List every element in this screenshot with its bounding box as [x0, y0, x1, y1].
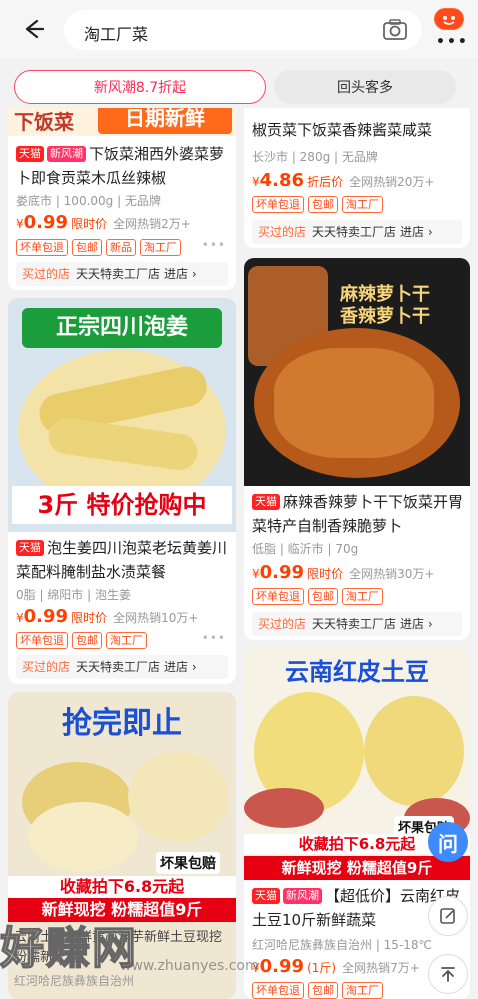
product-price: ¥0.99 限时价 全网热销10万+: [16, 606, 199, 627]
banner-right-text: 日期新鲜: [98, 104, 232, 134]
product-title: 椒贡菜下饭菜香辣酱菜咸菜: [252, 121, 433, 139]
product-card[interactable]: 下饭菜 日期新鲜 天猫 新风潮 下饭菜湘西外婆菜萝卜即食贡菜木瓜丝辣椒 娄底市 | …: [8, 100, 236, 290]
more-dots-icon: •••: [436, 34, 469, 50]
service-badges: 坏单包退 包邮 淘工厂: [252, 982, 383, 999]
shop-row[interactable]: 买过的店 天天特卖工厂店 进店 ›: [252, 612, 462, 636]
product-meta: 长沙市 | 280g | 无品牌: [252, 150, 378, 164]
service-badges: 坏单包退 包邮 新品 淘工厂: [16, 239, 181, 256]
service-badge: 包邮: [308, 982, 338, 999]
image-promo-2: 新鲜现挖 粉糯超值9斤: [244, 856, 470, 880]
product-card[interactable]: 正宗四川泡姜 3斤 特价抢购中 天猫 泡生姜四川泡菜老坛黄姜川菜配料腌制盐水渍菜餐…: [8, 298, 236, 684]
back-to-top-button[interactable]: [428, 954, 468, 994]
shop-row[interactable]: 买过的店 天天特卖工厂店 进店 ›: [252, 220, 462, 244]
service-badge: 淘工厂: [342, 982, 383, 999]
product-image: 正宗四川泡姜 3斤 特价抢购中: [8, 298, 236, 532]
product-card[interactable]: 云南红皮土豆 坏果包赔 收藏拍下6.8元起 新鲜现挖 粉糯超值9斤 天猫 新风潮【…: [244, 648, 470, 999]
service-badges: 坏单包退 包邮 淘工厂: [16, 632, 147, 649]
search-query: 淘工厂菜: [84, 25, 149, 44]
product-price: ¥0.99 限时价 全网热销2万+: [16, 212, 191, 233]
service-badge: 淘工厂: [106, 632, 147, 649]
image-promo: 3斤 特价抢购中: [12, 486, 232, 524]
product-meta: 低脂 | 临沂市 | 70g: [252, 542, 359, 556]
tab-xinfengchao[interactable]: 新风潮8.7折起: [14, 70, 266, 104]
search-input[interactable]: 淘工厂菜: [64, 10, 422, 50]
tmall-tag: 天猫: [16, 540, 44, 556]
service-badges: 坏单包退 包邮 淘工厂: [252, 196, 383, 213]
tmall-tag: 天猫: [252, 494, 280, 510]
service-badge: 坏单包退: [16, 239, 68, 256]
chat-icon: 问: [438, 831, 458, 856]
emoji-face-icon: [434, 8, 464, 30]
image-headline: 正宗四川泡姜: [22, 308, 222, 348]
feedback-button[interactable]: [428, 896, 468, 936]
service-badge: 包邮: [72, 239, 102, 256]
camera-icon[interactable]: [382, 18, 408, 42]
tmall-tag: 天猫: [16, 146, 44, 162]
tab-huitouke[interactable]: 回头客多: [274, 70, 456, 104]
shop-row[interactable]: 买过的店 天天特卖工厂店 进店 ›: [16, 262, 228, 286]
filter-tabs: 新风潮8.7折起 回头客多: [0, 58, 478, 108]
product-card[interactable]: 椒贡菜下饭菜香辣酱菜咸菜 长沙市 | 280g | 无品牌 ¥4.86 折后价 全网…: [244, 100, 470, 248]
service-badge: 新品: [106, 239, 136, 256]
image-headline-2: 香辣萝卜干: [340, 306, 430, 327]
service-badge: 淘工厂: [140, 239, 181, 256]
service-badge: 淘工厂: [342, 588, 383, 605]
arrow-up-icon: [441, 967, 455, 982]
service-badge: 包邮: [308, 196, 338, 213]
service-badge: 坏单包退: [252, 588, 304, 605]
xinfengchao-tag: 新风潮: [283, 888, 322, 904]
service-badge: 包邮: [72, 632, 102, 649]
image-tag: 坏果包赔: [156, 852, 220, 874]
product-price: ¥0.99 (1斤) 全网热销7万+: [252, 956, 420, 977]
product-meta: 红河哈尼族彝族自治州 | 15-18℃: [252, 938, 433, 952]
product-title: 天猫 麻辣香辣萝卜干下饭菜开胃菜特产自制香辣脆萝卜: [252, 493, 464, 535]
service-badge: 坏单包退: [16, 632, 68, 649]
image-promo-1: 收藏拍下6.8元起: [8, 876, 236, 898]
banner-left-text: 下饭菜: [14, 110, 74, 134]
more-options-icon[interactable]: •••: [202, 631, 226, 645]
service-badge: 包邮: [308, 588, 338, 605]
more-menu-button[interactable]: •••: [430, 6, 470, 50]
service-badge: 坏单包退: [252, 982, 304, 999]
product-image: 麻辣萝卜干 香辣萝卜干: [244, 258, 470, 486]
top-bar: 淘工厂菜 •••: [0, 0, 478, 58]
xinfengchao-tag: 新风潮: [47, 146, 86, 162]
shop-row[interactable]: 买过的店 天天特卖工厂店 进店 ›: [16, 655, 228, 679]
service-badges: 坏单包退 包邮 淘工厂: [252, 588, 383, 605]
product-meta: 0脂 | 绵阳市 | 泡生姜: [16, 588, 131, 602]
tmall-tag: 天猫: [252, 888, 280, 904]
watermark-url: www.zhuanyes.com: [120, 958, 259, 974]
edit-icon: [440, 908, 455, 924]
service-badge: 坏单包退: [252, 196, 304, 213]
arrow-left-icon: [25, 19, 44, 39]
service-badge: 淘工厂: [342, 196, 383, 213]
product-card[interactable]: 麻辣萝卜干 香辣萝卜干 天猫 麻辣香辣萝卜干下饭菜开胃菜特产自制香辣脆萝卜 低脂 …: [244, 258, 470, 640]
product-price: ¥4.86 折后价 全网热销20万+: [252, 170, 435, 191]
image-headline: 抢完即止: [62, 706, 182, 741]
back-button[interactable]: [18, 14, 48, 44]
product-meta: 娄底市 | 100.00g | 无品牌: [16, 194, 161, 208]
product-price: ¥0.99 限时价 全网热销30万+: [252, 562, 435, 583]
product-title: 天猫 新风潮 下饭菜湘西外婆菜萝卜即食贡菜木瓜丝辣椒: [16, 145, 225, 187]
more-options-icon[interactable]: •••: [202, 238, 226, 252]
search-results-page: 淘工厂菜 ••• 新风潮8.7折起 回头客多 下饭菜 日期新鲜 天猫 新风潮 下饭菜…: [0, 0, 478, 999]
watermark: 好赚网: [0, 922, 138, 975]
customer-service-button[interactable]: 问: [428, 822, 468, 862]
image-headline: 云南红皮土豆: [285, 658, 429, 686]
product-title: 天猫 泡生姜四川泡菜老坛黄姜川菜配料腌制盐水渍菜餐: [16, 539, 228, 581]
